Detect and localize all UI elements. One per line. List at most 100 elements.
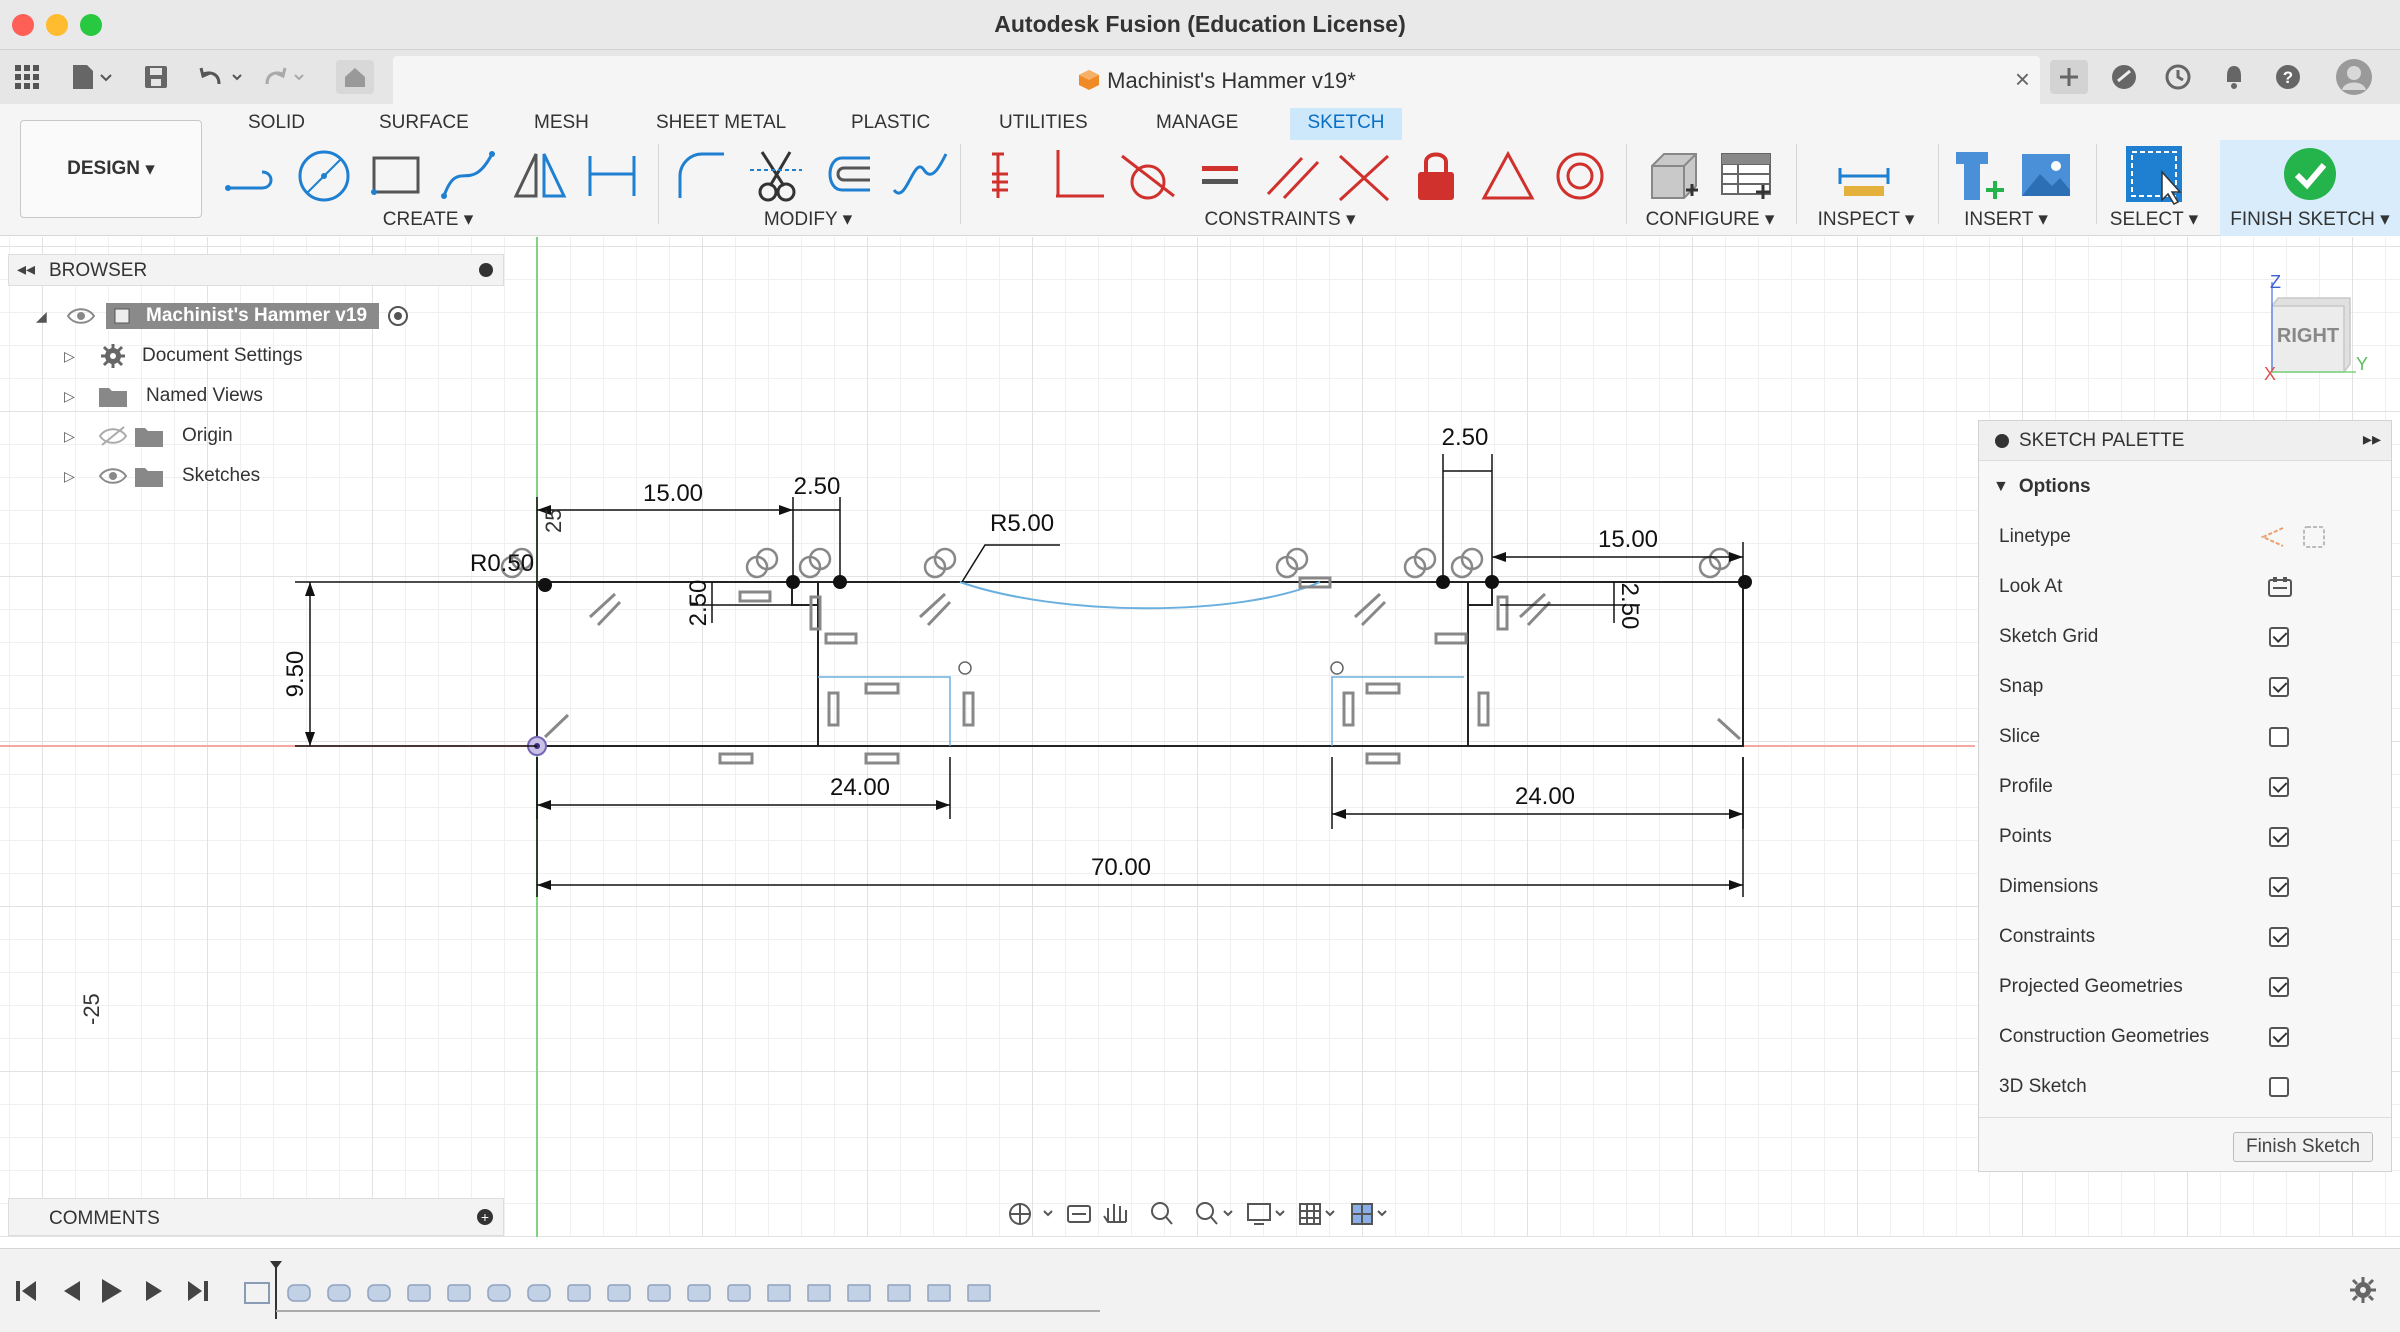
sketch-scale-tool-icon[interactable] bbox=[890, 146, 950, 206]
expand-triangle-icon[interactable]: ◢ bbox=[36, 308, 56, 325]
expand-triangle-icon[interactable]: ▷ bbox=[64, 348, 84, 365]
select-menu[interactable]: SELECT ▾ bbox=[2098, 208, 2210, 231]
tab-manage[interactable]: MANAGE bbox=[1150, 108, 1244, 140]
coincident-constraint-icon[interactable] bbox=[1334, 146, 1394, 206]
browser-item-named-views[interactable]: ▷ Named Views bbox=[64, 382, 263, 410]
expand-triangle-icon[interactable]: ▷ bbox=[64, 388, 84, 405]
projected-geometries-checkbox[interactable] bbox=[2269, 977, 2289, 997]
document-tab[interactable]: Machinist's Hammer v19* × bbox=[393, 56, 2040, 104]
step-forward-icon[interactable] bbox=[146, 1281, 162, 1301]
create-menu[interactable]: CREATE ▾ bbox=[378, 208, 478, 231]
offset-tool-icon[interactable] bbox=[818, 146, 878, 206]
add-comment-icon[interactable]: + bbox=[477, 1209, 493, 1225]
go-to-end-icon[interactable] bbox=[188, 1281, 208, 1301]
points-checkbox[interactable] bbox=[2269, 827, 2289, 847]
browser-item-document-settings[interactable]: ▷ Document Settings bbox=[64, 342, 303, 370]
palette-collapse-icon[interactable] bbox=[1995, 434, 2009, 448]
pan-icon[interactable] bbox=[1103, 1204, 1127, 1223]
timeline-settings-gear-icon[interactable] bbox=[2348, 1275, 2378, 1305]
timeline-features[interactable] bbox=[240, 1261, 1140, 1321]
eye-icon[interactable] bbox=[98, 465, 128, 487]
eye-icon[interactable] bbox=[66, 305, 96, 327]
collapse-browser-icon[interactable]: ◂◂ bbox=[17, 259, 35, 280]
slice-checkbox[interactable] bbox=[2269, 727, 2289, 747]
fix-constraint-icon[interactable] bbox=[1406, 146, 1466, 206]
tab-sheet-metal[interactable]: SHEET METAL bbox=[650, 108, 792, 140]
step-back-icon[interactable] bbox=[58, 1281, 80, 1301]
tangent-constraint-icon[interactable] bbox=[1118, 146, 1178, 206]
modify-menu[interactable]: MODIFY ▾ bbox=[758, 208, 858, 231]
go-to-start-icon[interactable] bbox=[16, 1281, 36, 1301]
tab-sketch[interactable]: SKETCH bbox=[1290, 108, 1402, 140]
mirror-tool-icon[interactable] bbox=[510, 146, 570, 206]
orbit-icon[interactable] bbox=[1009, 1203, 1053, 1225]
notifications-icon[interactable] bbox=[2216, 60, 2252, 94]
tab-utilities[interactable]: UTILITIES bbox=[993, 108, 1094, 140]
constraints-menu[interactable]: CONSTRAINTS ▾ bbox=[1190, 208, 1370, 231]
snap-checkbox[interactable] bbox=[2269, 677, 2289, 697]
spline-tool-icon[interactable] bbox=[438, 146, 498, 206]
line-tool-icon[interactable] bbox=[222, 146, 282, 206]
circle-tool-icon[interactable] bbox=[294, 146, 354, 206]
job-status-icon[interactable] bbox=[2160, 60, 2196, 94]
redo-icon[interactable] bbox=[258, 60, 310, 94]
save-icon[interactable] bbox=[140, 60, 172, 94]
triangle-constraint-icon[interactable] bbox=[1478, 146, 1538, 206]
sketch-grid-checkbox[interactable] bbox=[2269, 627, 2289, 647]
tab-surface[interactable]: SURFACE bbox=[373, 108, 475, 140]
construction-geometries-checkbox[interactable] bbox=[2269, 1027, 2289, 1047]
constraints-checkbox[interactable] bbox=[2269, 927, 2289, 947]
user-avatar[interactable] bbox=[2334, 59, 2374, 95]
insert-fastener-icon[interactable] bbox=[1950, 146, 2010, 206]
palette-finish-sketch-button[interactable]: Finish Sketch bbox=[2233, 1132, 2373, 1162]
undo-icon[interactable] bbox=[196, 60, 248, 94]
configure-menu[interactable]: CONFIGURE ▾ bbox=[1640, 208, 1780, 231]
play-icon[interactable] bbox=[102, 1279, 122, 1303]
viewcube[interactable]: RIGHT Z Y X bbox=[2228, 268, 2388, 388]
browser-item-sketches[interactable]: ▷ Sketches bbox=[64, 462, 260, 490]
fillet-tool-icon[interactable] bbox=[672, 146, 732, 206]
dimension-tool-icon[interactable] bbox=[582, 146, 642, 206]
extensions-icon[interactable] bbox=[2106, 60, 2142, 94]
concentric-constraint-icon[interactable] bbox=[1550, 146, 1610, 206]
home-icon[interactable] bbox=[336, 60, 374, 94]
tab-plastic[interactable]: PLASTIC bbox=[845, 108, 936, 140]
look-at-nav-icon[interactable] bbox=[1067, 1205, 1091, 1223]
expand-triangle-icon[interactable]: ▷ bbox=[64, 428, 84, 445]
file-menu-icon[interactable] bbox=[66, 60, 116, 94]
palette-expand-icon[interactable]: ▸▸ bbox=[2363, 429, 2381, 450]
dimensions-checkbox[interactable] bbox=[2269, 877, 2289, 897]
centerline-linetype-icon[interactable] bbox=[2301, 524, 2327, 550]
tab-solid[interactable]: SOLID bbox=[242, 108, 311, 140]
zoom-icon[interactable] bbox=[1151, 1202, 1173, 1225]
configuration-table-icon[interactable] bbox=[1716, 146, 1776, 206]
insert-menu[interactable]: INSERT ▾ bbox=[1946, 208, 2066, 231]
insert-image-icon[interactable] bbox=[2016, 146, 2076, 206]
display-settings-icon[interactable] bbox=[1247, 1203, 1285, 1225]
zoom-window-icon[interactable] bbox=[1196, 1202, 1233, 1225]
3d-sketch-checkbox[interactable] bbox=[2269, 1077, 2289, 1097]
construction-linetype-icon[interactable] bbox=[2259, 524, 2289, 550]
window-select-icon[interactable] bbox=[2122, 142, 2186, 206]
browser-pin-icon[interactable] bbox=[479, 263, 493, 277]
measure-tool-icon[interactable] bbox=[1834, 146, 1894, 206]
horizontal-vertical-constraint-icon[interactable] bbox=[978, 146, 1038, 206]
tab-mesh[interactable]: MESH bbox=[528, 108, 595, 140]
look-at-icon[interactable] bbox=[2267, 575, 2293, 599]
help-icon[interactable]: ? bbox=[2270, 60, 2306, 94]
hidden-eye-icon[interactable] bbox=[98, 425, 128, 447]
expand-triangle-icon[interactable]: ▷ bbox=[64, 468, 84, 485]
options-section-header[interactable]: ▼ Options bbox=[1993, 467, 2373, 507]
finish-sketch-button[interactable]: FINISH SKETCH ▾ bbox=[2220, 140, 2400, 236]
activate-radio-icon[interactable] bbox=[387, 305, 409, 327]
equal-constraint-icon[interactable] bbox=[1190, 146, 1250, 206]
perpendicular-constraint-icon[interactable] bbox=[1048, 146, 1108, 206]
browser-item-origin[interactable]: ▷ Origin bbox=[64, 422, 233, 450]
close-tab-icon[interactable]: × bbox=[2015, 64, 2030, 95]
profile-checkbox[interactable] bbox=[2269, 777, 2289, 797]
parallel-constraint-icon[interactable] bbox=[1262, 146, 1322, 206]
rectangle-tool-icon[interactable] bbox=[366, 146, 426, 206]
workspace-switcher[interactable]: DESIGN ▾ bbox=[20, 120, 202, 218]
browser-root-row[interactable]: ◢ Machinist's Hammer v19 bbox=[36, 302, 409, 330]
inspect-menu[interactable]: INSPECT ▾ bbox=[1806, 208, 1926, 231]
